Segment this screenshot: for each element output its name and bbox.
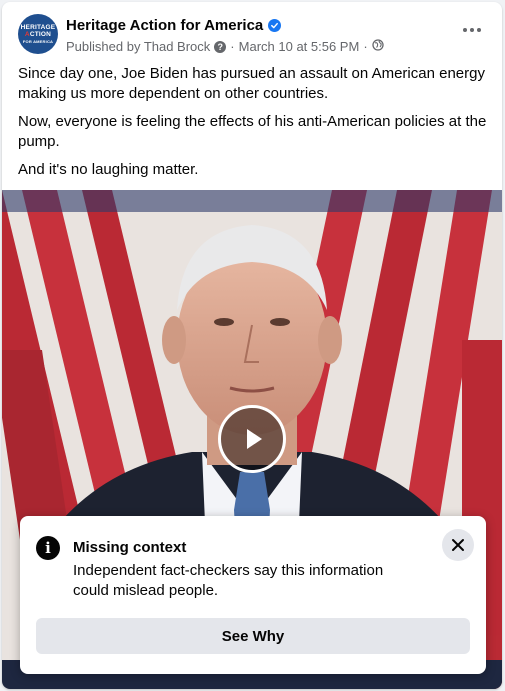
post-paragraph: Now, everyone is feeling the effects of …: [18, 113, 487, 150]
published-by: Published by Thad Brock: [66, 39, 211, 54]
post-text: Since day one, Joe Biden has pursued an …: [18, 64, 488, 188]
close-icon[interactable]: [442, 529, 474, 561]
post-paragraph: Since day one, Joe Biden has pursued an …: [18, 65, 485, 102]
meta-separator: ·: [230, 39, 235, 54]
post-header: HERITAGE ACTION FOR AMERICA Heritage Act…: [2, 2, 502, 62]
fact-check-description: Independent fact-checkers say this infor…: [73, 562, 384, 599]
info-icon: i: [36, 536, 60, 560]
avatar[interactable]: HERITAGE ACTION FOR AMERICA: [18, 14, 58, 54]
post-meta: Published by Thad Brock ? · March 10 at …: [66, 39, 384, 54]
globe-icon: [372, 39, 384, 54]
page-name-row: Heritage Action for America: [66, 17, 282, 34]
meta-separator: ·: [363, 39, 368, 54]
question-icon[interactable]: ?: [214, 40, 227, 53]
more-options-icon[interactable]: [458, 20, 486, 40]
page-name[interactable]: Heritage Action for America: [66, 17, 263, 34]
see-why-button[interactable]: See Why: [36, 618, 470, 654]
post-card: HERITAGE ACTION FOR AMERICA Heritage Act…: [2, 2, 502, 689]
avatar-line-3: FOR AMERICA: [22, 38, 54, 44]
fact-check-overlay: i Missing context Independent fact-check…: [20, 516, 486, 674]
verified-badge-icon: [268, 19, 282, 32]
play-icon[interactable]: [218, 405, 286, 473]
post-timestamp[interactable]: March 10 at 5:56 PM: [239, 39, 360, 54]
post-paragraph: And it's no laughing matter.: [18, 161, 199, 178]
avatar-line-2: ACTION: [25, 31, 52, 39]
avatar-line-2-rest: CTION: [29, 31, 52, 38]
fact-check-title: Missing context: [73, 539, 187, 556]
